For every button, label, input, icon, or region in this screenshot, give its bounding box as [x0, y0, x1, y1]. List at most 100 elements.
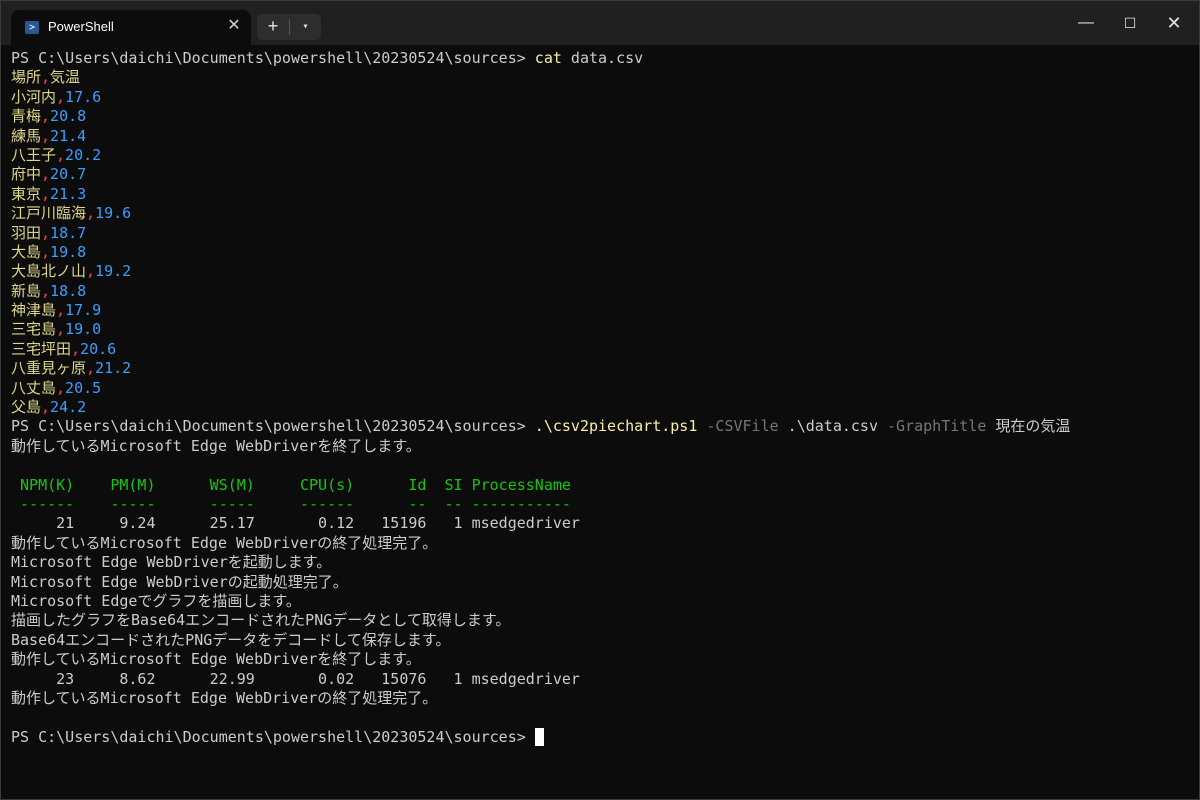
csv-temperature: 17.6: [65, 87, 102, 106]
tab-close-icon[interactable]: ✕: [225, 17, 243, 35]
csv-temperature: 20.2: [65, 145, 102, 164]
minimize-button[interactable]: —: [1064, 10, 1108, 36]
csv-temperature: 24.2: [50, 398, 87, 417]
tab-title: PowerShell: [48, 19, 114, 34]
new-tab-button[interactable]: +: [257, 14, 289, 40]
prompt-line: PS C:\Users\daichi\Documents\powershell\…: [11, 728, 1191, 747]
csv-temperature: 21.2: [95, 359, 132, 378]
csv-place: 三宅島: [11, 320, 57, 339]
csv-comma: ,: [56, 301, 66, 320]
terminal-window: > PowerShell ✕ + ▾ — ☐ ✕ PS C:\Users\dai…: [0, 0, 1200, 800]
title-bar: > PowerShell ✕ + ▾ — ☐ ✕: [1, 1, 1199, 45]
csv-comma: ,: [56, 320, 66, 339]
csv-comma: ,: [41, 107, 51, 126]
csv-row: 青梅,20.8: [11, 107, 1191, 126]
table-rule: ------ ----- ----- ------ -- -- --------…: [11, 494, 571, 513]
csv-row: 大島北ノ山,19.2: [11, 262, 1191, 281]
csv-header-line: 場所,気温: [11, 68, 1191, 87]
text-cursor: [534, 728, 544, 747]
csv-temperature: 19.6: [95, 204, 132, 223]
csv-comma: ,: [56, 87, 66, 106]
csv-temperature: 20.6: [80, 339, 117, 358]
csv-temperature: 19.8: [50, 242, 87, 261]
csv-row: 小河内,17.6: [11, 88, 1191, 107]
csv-temperature: 18.7: [50, 223, 87, 242]
csv-row: 八王子,20.2: [11, 146, 1191, 165]
csv-row: 練馬,21.4: [11, 127, 1191, 146]
process-row: 21 9.24 25.17 0.12 15196 1 msedgedriver: [11, 514, 580, 533]
csv-rows: 小河内,17.6 青梅,20.8 練馬,21.4 八王子,20.2 府中,20.7 東京,…: [11, 88, 1191, 418]
csv-row: 三宅坪田,20.6: [11, 340, 1191, 359]
csv-place: 新島: [11, 281, 42, 300]
csv-place: 八重見ヶ原: [11, 359, 87, 378]
csv-place: 東京: [11, 184, 42, 203]
csv-row: 東京,21.3: [11, 185, 1191, 204]
csv-header-col2: 気温: [50, 68, 81, 87]
output-line: Microsoft Edge WebDriverを起動します。: [11, 553, 332, 572]
output-line: 描画したグラフをBase64エンコードされたPNGデータとして取得します。: [11, 611, 511, 630]
csv-temperature: 19.0: [65, 320, 102, 339]
csv-comma: ,: [86, 204, 96, 223]
csv-temperature: 19.2: [95, 262, 132, 281]
csv-place: 青梅: [11, 107, 42, 126]
csv-temperature: 21.3: [50, 184, 87, 203]
csv-comma: ,: [86, 262, 96, 281]
command-name: cat: [534, 49, 562, 67]
csv-row: 府中,20.7: [11, 165, 1191, 184]
output-line: Base64エンコードされたPNGデータをデコードして保存します。: [11, 630, 451, 649]
param-graphtitle: -GraphTitle: [877, 417, 987, 436]
csv-comma: ,: [41, 398, 51, 417]
csv-comma: ,: [41, 165, 51, 184]
csv-comma: ,: [41, 281, 51, 300]
tab-powershell[interactable]: > PowerShell ✕: [11, 10, 251, 45]
csv-place: 大島北ノ山: [11, 262, 87, 281]
script-name: .\csv2piechart.ps1: [534, 417, 698, 436]
csv-temperature: 20.8: [50, 107, 87, 126]
csv-temperature: 20.5: [65, 378, 102, 397]
csv-row: 八重見ヶ原,21.2: [11, 359, 1191, 378]
csv-row: 三宅島,19.0: [11, 320, 1191, 339]
maximize-button[interactable]: ☐: [1108, 10, 1152, 36]
terminal-output[interactable]: PS C:\Users\daichi\Documents\powershell\…: [11, 49, 1191, 789]
csv-comma: ,: [71, 339, 81, 358]
param-value-graphtitle: 現在の気温: [986, 417, 1071, 436]
output-line: 動作しているMicrosoft Edge WebDriverを終了します。: [11, 650, 421, 669]
csv-comma: ,: [41, 68, 51, 87]
csv-comma: ,: [41, 126, 51, 145]
csv-comma: ,: [56, 378, 66, 397]
table-header: NPM(K) PM(M) WS(M) CPU(s) Id SI ProcessN…: [11, 475, 571, 494]
csv-row: 羽田,18.7: [11, 224, 1191, 243]
csv-place: 府中: [11, 165, 42, 184]
csv-row: 大島,19.8: [11, 243, 1191, 262]
output-line: 動作しているMicrosoft Edge WebDriverの終了処理完了。: [11, 688, 438, 707]
output-line: 動作しているMicrosoft Edge WebDriverの終了処理完了。: [11, 533, 438, 552]
prompt: PS C:\Users\daichi\Documents\powershell\…: [11, 49, 535, 67]
chevron-down-icon[interactable]: ▾: [290, 14, 321, 40]
csv-comma: ,: [41, 223, 51, 242]
output-line: Microsoft Edge WebDriverの起動処理完了。: [11, 572, 348, 591]
csv-temperature: 21.4: [50, 126, 87, 145]
param-value-csvfile: .\data.csv: [778, 417, 878, 436]
csv-place: 小河内: [11, 87, 57, 106]
param-csvfile: -CSVFile: [697, 417, 779, 436]
process-row: 23 8.62 22.99 0.02 15076 1 msedgedriver: [11, 669, 580, 688]
command-arg: data.csv: [561, 49, 644, 67]
csv-temperature: 18.8: [50, 281, 87, 300]
csv-row: 八丈島,20.5: [11, 379, 1191, 398]
close-button[interactable]: ✕: [1152, 10, 1196, 36]
prompt: PS C:\Users\daichi\Documents\powershell\…: [11, 417, 535, 436]
csv-header-col1: 場所: [11, 68, 42, 87]
csv-place: 父島: [11, 398, 42, 417]
csv-place: 大島: [11, 242, 42, 261]
csv-comma: ,: [41, 242, 51, 261]
csv-comma: ,: [86, 359, 96, 378]
csv-comma: ,: [56, 145, 66, 164]
prompt-line: PS C:\Users\daichi\Documents\powershell\…: [11, 417, 1191, 436]
csv-place: 八丈島: [11, 378, 57, 397]
csv-row: 神津島,17.9: [11, 301, 1191, 320]
output-line: Microsoft Edgeでグラフを描画します。: [11, 591, 301, 610]
csv-place: 三宅坪田: [11, 339, 72, 358]
new-tab-group: + ▾: [257, 14, 321, 40]
